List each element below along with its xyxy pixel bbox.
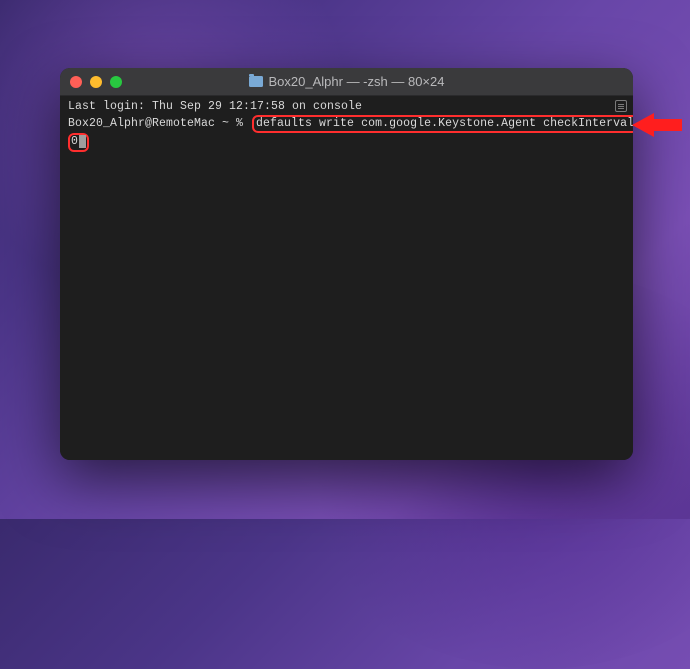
command-line: Box20_Alphr@RemoteMac ~ % defaults write…: [68, 115, 625, 134]
minimize-button[interactable]: [90, 76, 102, 88]
command-line-2: 0: [68, 133, 625, 152]
prompt: Box20_Alphr@RemoteMac ~ %: [68, 117, 243, 130]
zoom-button[interactable]: [110, 76, 122, 88]
folder-icon: [249, 76, 263, 87]
close-button[interactable]: [70, 76, 82, 88]
traffic-lights: [70, 76, 122, 88]
window-title-text: Box20_Alphr — -zsh — 80×24: [269, 74, 445, 89]
cursor: [79, 135, 86, 148]
annotation-arrow-icon: [632, 113, 682, 137]
terminal-body[interactable]: Last login: Thu Sep 29 12:17:58 on conso…: [60, 96, 633, 460]
sidebar-icon[interactable]: [615, 100, 627, 112]
command-highlighted-1: defaults write com.google.Keystone.Agent…: [252, 115, 633, 134]
window-title: Box20_Alphr — -zsh — 80×24: [60, 74, 633, 89]
terminal-window: Box20_Alphr — -zsh — 80×24 Last login: T…: [60, 68, 633, 460]
command-highlighted-2: 0: [71, 135, 78, 148]
last-login-line: Last login: Thu Sep 29 12:17:58 on conso…: [68, 100, 625, 115]
titlebar[interactable]: Box20_Alphr — -zsh — 80×24: [60, 68, 633, 96]
